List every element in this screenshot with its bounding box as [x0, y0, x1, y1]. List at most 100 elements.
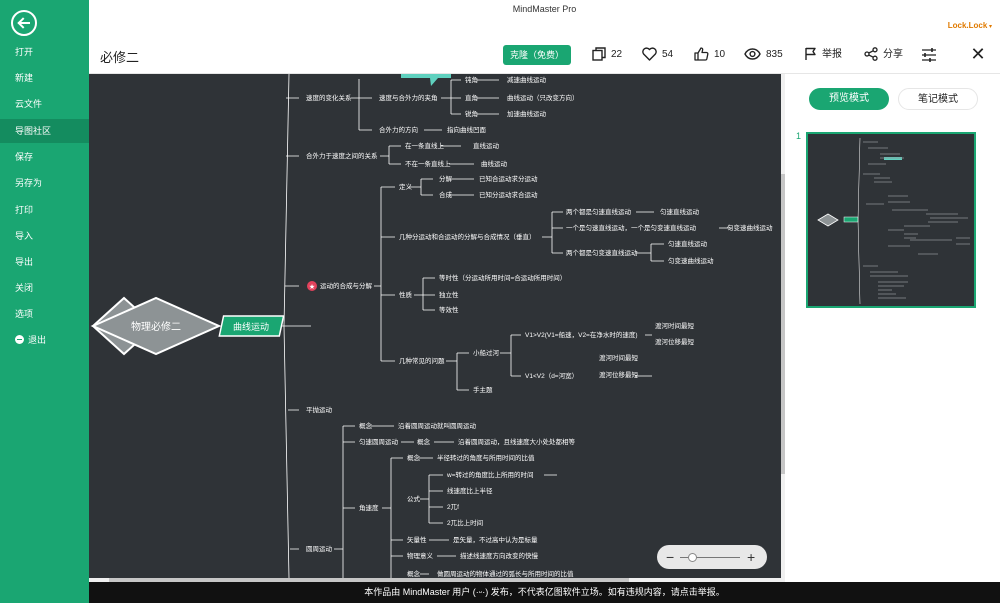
sidebar-item-print[interactable]: 打印 — [0, 198, 89, 222]
node-circular-motion[interactable]: 圆周运动 — [306, 545, 333, 553]
node-straight-motion[interactable]: 直线运动 — [473, 141, 500, 150]
node-definition[interactable]: 定义 — [399, 182, 413, 191]
node-physical-meaning[interactable]: 物理意义 — [407, 551, 434, 560]
node-hand-topic[interactable]: 手主题 — [473, 385, 493, 394]
node-omega-definition[interactable]: w=转过的角度比上所用的时间 — [446, 470, 534, 479]
node-uniform-line[interactable]: 匀速直线运动 — [660, 207, 700, 216]
node-varying-curve-2[interactable]: 匀变速曲线运动 — [668, 256, 714, 265]
zoom-slider-handle[interactable] — [688, 553, 697, 562]
node-compose[interactable]: 合成 — [439, 190, 453, 199]
node-concept-value[interactable]: 沿着圆周运动就叫圆周运动 — [398, 421, 477, 430]
app-window: 打开 新建 云文件 导图社区 保存 另存为 打印 导入 导出 关闭 选项 退出 … — [0, 0, 1000, 603]
node-decompose[interactable]: 分解 — [439, 174, 453, 183]
node-2pit[interactable]: 2兀比上时间 — [447, 518, 483, 527]
node-one-each[interactable]: 一个是匀速直线运动，一个是匀变速直线运动 — [566, 223, 697, 232]
node-concept[interactable]: 概念 — [359, 421, 373, 430]
sidebar-item-export[interactable]: 导出 — [0, 250, 89, 274]
sidebar-item-open[interactable]: 打开 — [0, 40, 89, 64]
node-concept-4[interactable]: 概念 — [407, 569, 421, 578]
node-independent[interactable]: 独立性 — [439, 290, 459, 299]
node-vector-value[interactable]: 是矢量，不过高中认为是标量 — [453, 535, 538, 544]
thumbs-stat[interactable]: 10 — [694, 44, 725, 66]
node-shortest-displacement-2[interactable]: 渡河位移最短 — [599, 370, 639, 379]
main-topic[interactable]: 曲线运动 — [233, 321, 269, 332]
node-composition[interactable]: 运动的合成与分解 — [320, 281, 373, 290]
node-obtuse[interactable]: 钝角 — [465, 75, 478, 84]
node-uniform-line-2[interactable]: 匀速直线运动 — [668, 239, 708, 248]
close-icon[interactable]: ✕ — [968, 45, 988, 65]
node-speed-change[interactable]: 速度的变化关系 — [306, 93, 352, 102]
zoom-out-icon[interactable]: − — [666, 547, 674, 567]
root-node[interactable]: 物理必修二 — [131, 320, 181, 333]
node-2pif[interactable]: 2兀f — [447, 503, 459, 511]
node-concept-4-value[interactable]: 做圆周运动的物体通过的弧长与所用时间的比值 — [437, 569, 574, 578]
node-vector[interactable]: 矢量性 — [407, 535, 427, 544]
footer-notice[interactable]: 本作品由 MindMaster 用户 (·ᵕ·) 发布，不代表亿图软件立场。如有… — [89, 582, 1000, 603]
node-concept-3[interactable]: 概念 — [407, 453, 421, 462]
node-same-line[interactable]: 在一条直线上 — [405, 141, 445, 150]
back-arrow-icon[interactable] — [11, 10, 37, 36]
node-decompose-value[interactable]: 已知合运动求分运动 — [479, 174, 538, 183]
node-uniform-curve[interactable]: 曲线运动（只改变方向） — [507, 93, 579, 102]
node-v1-lt-v2[interactable]: V1<V2（d=河宽） — [525, 371, 578, 380]
sidebar-item-options[interactable]: 选项 — [0, 302, 89, 326]
sidebar-item-save-as[interactable]: 另存为 — [0, 171, 89, 195]
node-accelerate[interactable]: 加速曲线运动 — [507, 109, 547, 118]
flag-icon — [805, 48, 816, 61]
user-menu[interactable]: Lock.Lock — [948, 21, 992, 30]
sidebar-item-community[interactable]: 导图社区 — [0, 119, 89, 143]
sidebar-item-new[interactable]: 新建 — [0, 66, 89, 90]
node-v1-gt-v2[interactable]: V1>V2(V1=船速，V2=在净水时的速度) — [525, 330, 638, 339]
sidebar-item-save[interactable]: 保存 — [0, 145, 89, 169]
node-curve-motion[interactable]: 曲线运动 — [481, 159, 508, 168]
node-not-same-line[interactable]: 不在一条直线上 — [405, 159, 451, 168]
node-line-speed-ratio[interactable]: 线速度比上半径 — [447, 486, 493, 495]
node-physical-meaning-value[interactable]: 描述线速度方向改变的快慢 — [460, 551, 539, 560]
sidebar-item-close[interactable]: 关闭 — [0, 276, 89, 300]
node-common-problems[interactable]: 几种常见的问题 — [399, 356, 445, 365]
node-cases[interactable]: 几种分运动和合运动的分解与合成情况（垂直） — [399, 232, 536, 241]
node-projectile[interactable]: 平抛运动 — [306, 405, 333, 414]
page-thumbnail[interactable] — [806, 132, 976, 308]
preview-mode-button[interactable]: 预览模式 — [809, 88, 889, 110]
report-button[interactable]: 举报 — [804, 44, 842, 66]
share-icon — [864, 47, 878, 62]
notes-mode-button[interactable]: 笔记模式 — [898, 88, 978, 110]
node-shortest-time-2[interactable]: 渡河时间最短 — [599, 353, 639, 362]
node-equivalent[interactable]: 等效性 — [439, 305, 459, 314]
node-equal-time[interactable]: 等时性（分运动所用时间=合运动所用时间） — [439, 273, 566, 282]
node-both-uniform[interactable]: 两个都是匀速直线运动 — [566, 207, 632, 216]
node-force-direction-value[interactable]: 指向曲线凹面 — [447, 125, 487, 134]
clone-button[interactable]: 克隆（免费） — [503, 45, 571, 65]
sidebar-item-exit[interactable]: 退出 — [0, 328, 89, 352]
node-boat-crossing[interactable]: 小船过河 — [473, 348, 500, 357]
copies-stat[interactable]: 22 — [592, 44, 622, 66]
node-concept-2-value[interactable]: 沿着圆周运动，且线速度大小处处都相等 — [458, 437, 576, 446]
panel-toggle-button[interactable] — [921, 44, 937, 66]
node-force-direction[interactable]: 合外力的方向 — [379, 125, 418, 134]
node-speed-force[interactable]: 速度与合外力的夹角 — [379, 93, 438, 102]
document-header: 必修二 克隆（免费） 22 54 10 835 举报 分享 ✕ — [89, 36, 1000, 74]
node-both-varying[interactable]: 两个都是匀变速直线运动 — [566, 248, 638, 257]
node-decelerate[interactable]: 减速曲线运动 — [507, 75, 547, 84]
node-formula[interactable]: 公式 — [407, 494, 421, 503]
node-uniform-circular[interactable]: 匀速圆周运动 — [359, 437, 399, 446]
views-stat: 835 — [744, 44, 783, 66]
node-right-angle[interactable]: 直角 — [465, 93, 478, 102]
node-property[interactable]: 性质 — [399, 290, 413, 299]
node-shortest-time[interactable]: 渡河时间最短 — [655, 321, 695, 330]
node-force-speed[interactable]: 合外力于速度之间的关系 — [306, 151, 378, 160]
node-compose-value[interactable]: 已知分运动求合运动 — [479, 190, 538, 199]
node-concept-3-value[interactable]: 半径转过的角度与所用时间的比值 — [437, 453, 535, 462]
node-concept-2[interactable]: 概念 — [417, 437, 431, 446]
node-angular-velocity[interactable]: 角速度 — [359, 503, 379, 512]
node-acute[interactable]: 锐角 — [465, 109, 478, 118]
node-varying-curve[interactable]: 匀变速曲线运动 — [727, 223, 773, 232]
node-shortest-displacement[interactable]: 渡河位移最短 — [655, 337, 695, 346]
sidebar-item-cloud-files[interactable]: 云文件 — [0, 92, 89, 116]
mindmap-canvas[interactable]: 物理必修二 曲线运动 ★ 速度的变化关系 速度与合外力的夹角 钝角 减速曲线运动… — [89, 74, 781, 578]
zoom-in-icon[interactable]: + — [747, 547, 755, 567]
share-button[interactable]: 分享 — [864, 44, 903, 66]
sidebar-item-import[interactable]: 导入 — [0, 224, 89, 248]
likes-stat[interactable]: 54 — [642, 44, 673, 66]
